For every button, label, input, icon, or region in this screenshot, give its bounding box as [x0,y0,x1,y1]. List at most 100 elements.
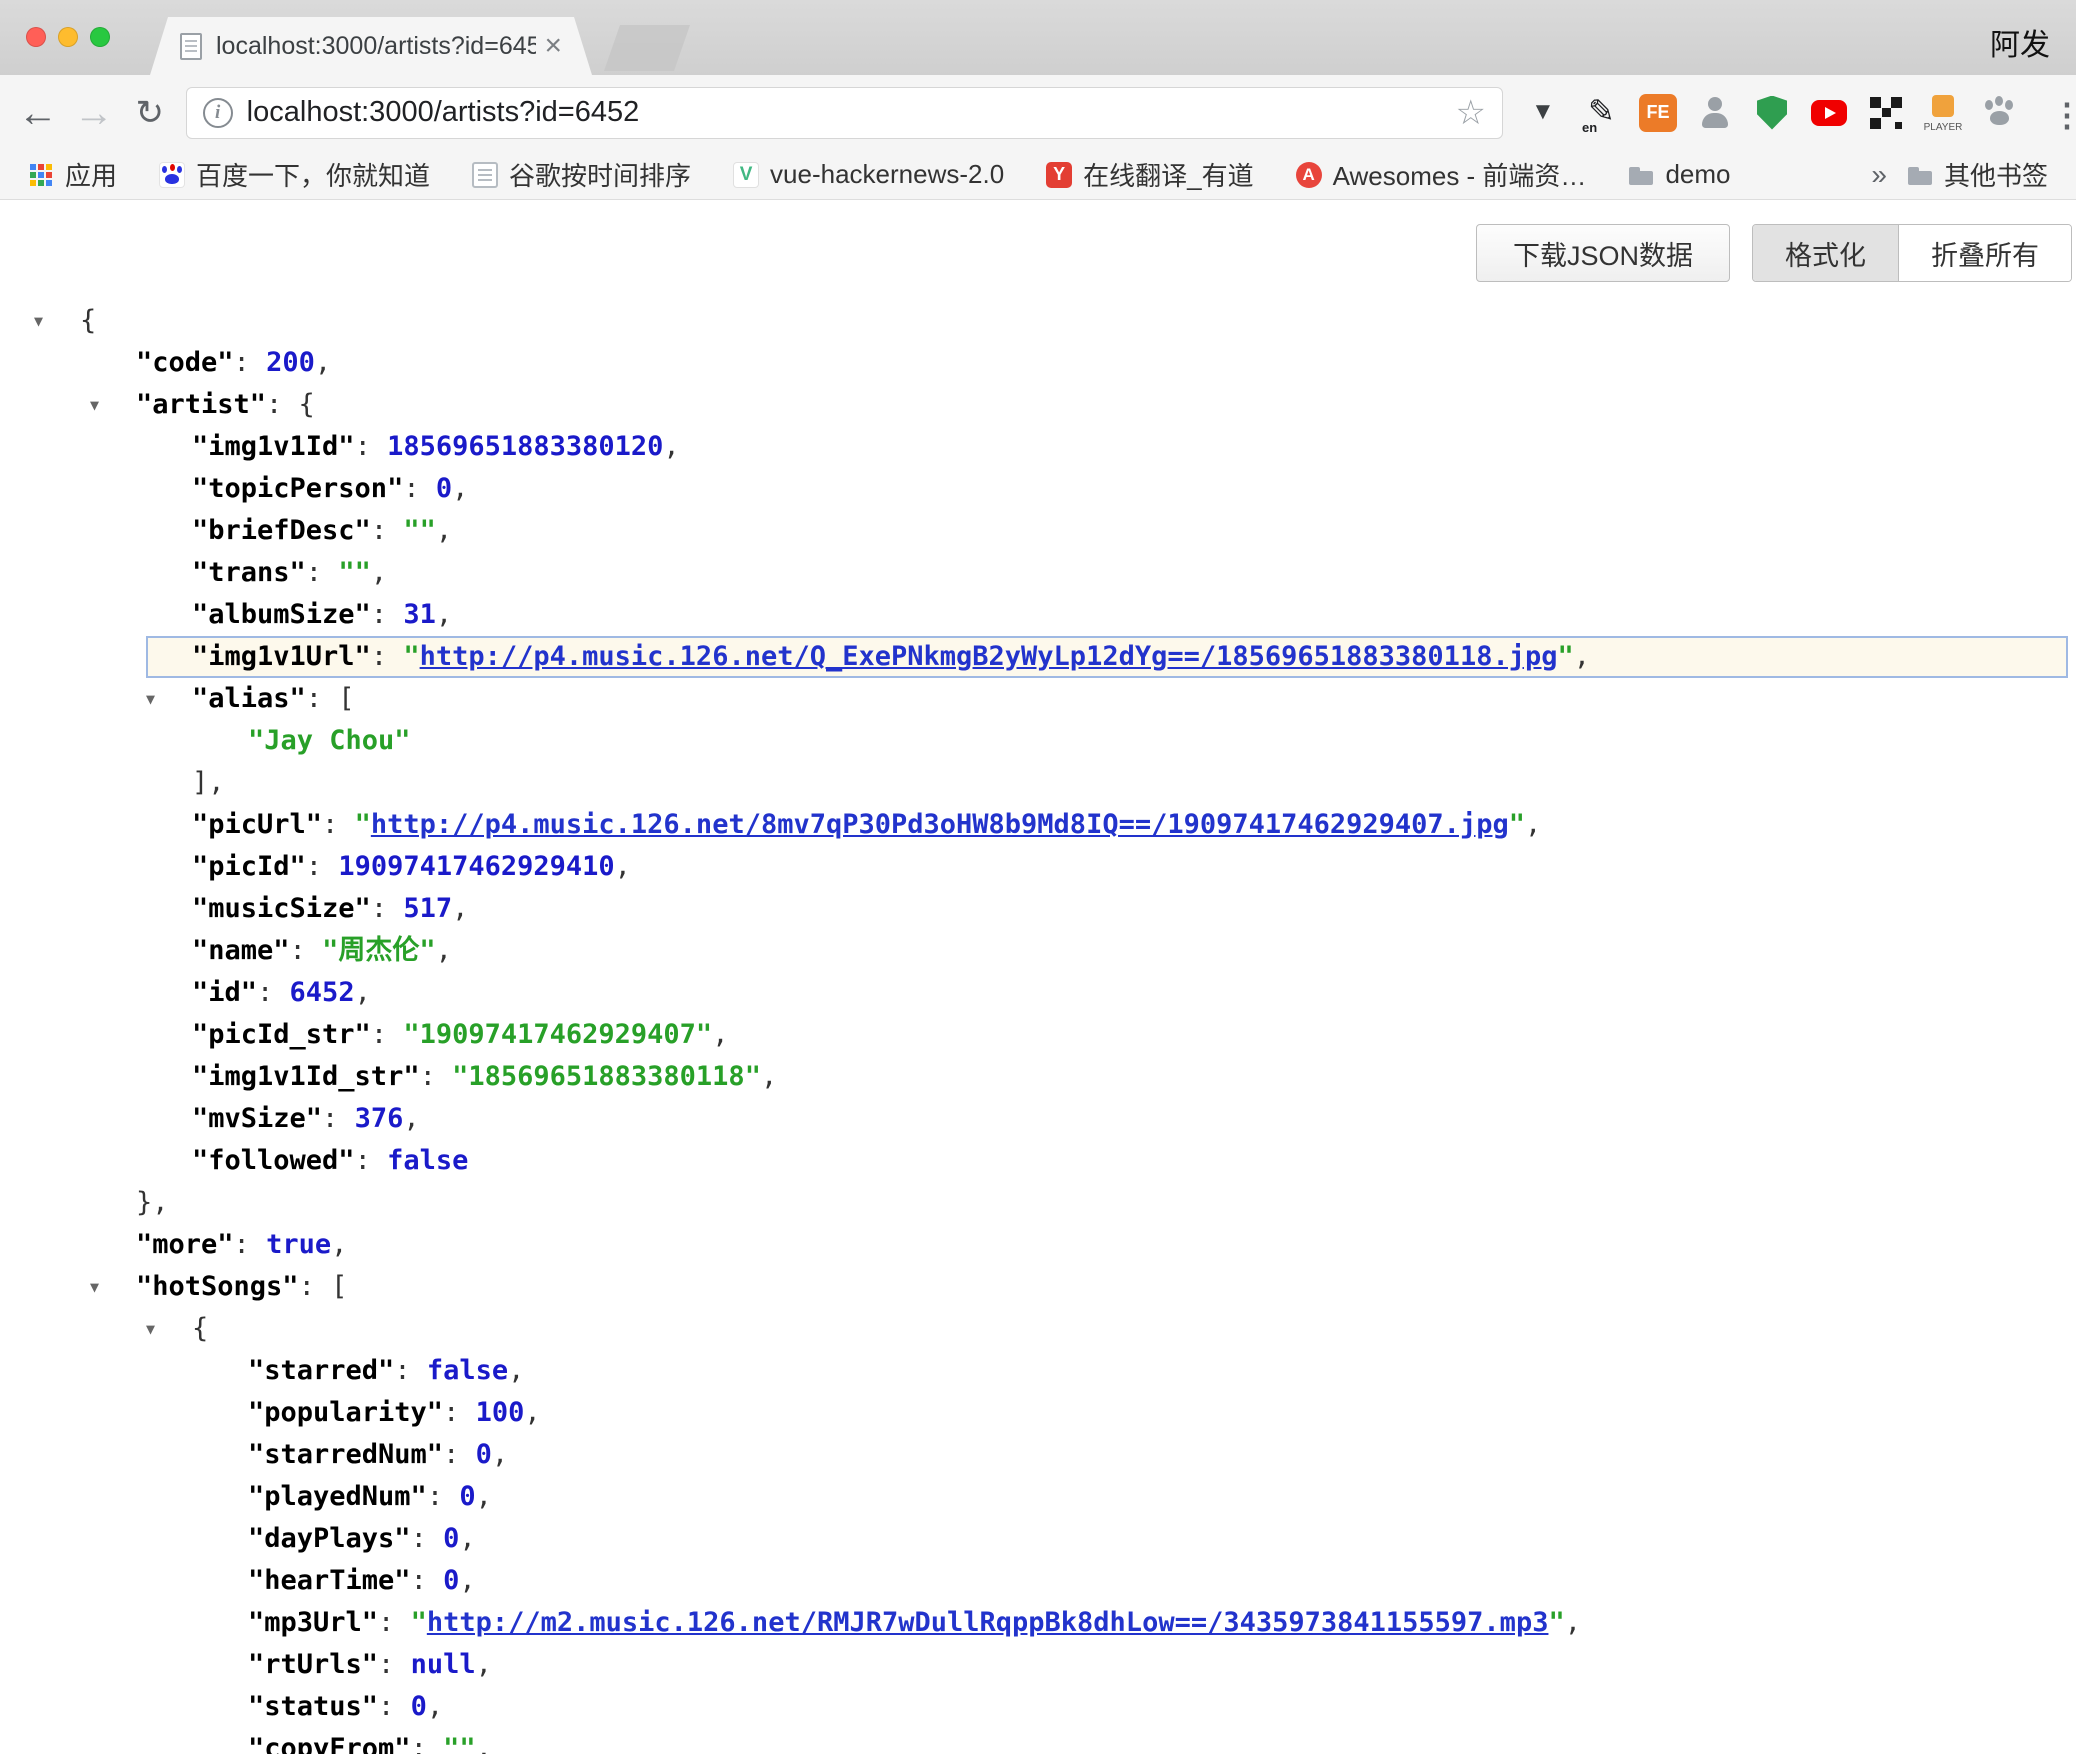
reload-button[interactable]: ↻ [122,96,178,130]
json-token: " [1557,641,1573,672]
bookmark-label: 百度一下，你就知道 [196,156,430,193]
player-icon[interactable]: PLAYER [1924,94,1962,132]
bookmark-item[interactable]: 谷歌按时间排序 [472,156,691,193]
json-url-link[interactable]: http://m2.music.126.net/RMJR7wDullRqppBk… [427,1607,1549,1638]
bookmark-item[interactable]: demo [1628,159,1730,190]
bookmarks-overflow-icon[interactable]: » [1871,159,1887,191]
json-line: ▼{ [0,1308,2076,1350]
json-token: , [315,347,331,378]
json-token: : [290,935,323,966]
json-token: : [378,1649,411,1680]
json-token: "copyFrom" [248,1733,411,1754]
minimize-window-button[interactable] [58,27,78,47]
json-line: "name": "周杰伦", [0,930,2076,972]
format-button[interactable]: 格式化 [1753,225,1898,281]
json-token: "18569651883380118" [452,1061,761,1092]
close-window-button[interactable] [26,27,46,47]
json-line: "copyFrom": "", [0,1728,2076,1754]
json-token: ], [192,767,225,798]
fehelper-icon[interactable]: FE [1639,94,1677,132]
shield-icon[interactable] [1753,94,1791,132]
json-line-content: "starred": false, [248,1355,524,1386]
back-button[interactable]: ← [10,93,66,133]
bookmark-item[interactable]: AAwesomes - 前端资… [1296,156,1587,193]
json-token: , [1565,1607,1581,1638]
json-line-content: "hearTime": 0, [248,1565,476,1596]
json-line: "id": 6452, [0,972,2076,1014]
json-token: "mvSize" [192,1103,322,1134]
json-url-link[interactable]: http://p4.music.126.net/Q_ExePNkmgB2yWyL… [420,641,1558,672]
bookmark-label: vue-hackernews-2.0 [770,159,1004,190]
json-token: 0 [459,1481,475,1512]
youtube-icon[interactable] [1810,94,1848,132]
address-bar[interactable]: i localhost:3000/artists?id=6452 ☆ [186,87,1503,139]
vue-icon: V [733,162,759,188]
translate-pen-icon[interactable]: en [1582,94,1620,132]
collapse-triangle-icon[interactable]: ▼ [146,678,155,720]
json-line-content: "picId_str": "19097417462929407", [192,1019,728,1050]
collapse-triangle-icon[interactable]: ▼ [90,384,99,426]
zoom-window-button[interactable] [90,27,110,47]
json-line: "dayPlays": 0, [0,1518,2076,1560]
json-token: , [331,1229,347,1260]
json-token: , [712,1019,728,1050]
json-token: " [1548,1607,1564,1638]
json-line: "playedNum": 0, [0,1476,2076,1518]
page-info-icon[interactable]: i [203,98,233,128]
json-url-link[interactable]: http://p4.music.126.net/8mv7qP30Pd3oHW8b… [371,809,1509,840]
json-token: : [234,347,267,378]
bookmark-star-icon[interactable]: ☆ [1456,93,1486,133]
json-line: "albumSize": 31, [0,594,2076,636]
json-line-content: "mp3Url": "http://m2.music.126.net/RMJR7… [248,1607,1581,1638]
collapse-triangle-icon[interactable]: ▼ [146,1308,155,1350]
json-line-content: "artist": { [136,389,315,420]
bookmarks-list: 应用 百度一下，你就知道 谷歌按时间排序 Vvue-hackernews-2.0 Y在线… [28,156,1772,193]
json-token: : [411,1565,444,1596]
json-token: , [459,1565,475,1596]
extension-icons: en FE PLAYER [1525,94,2076,132]
forward-button[interactable]: → [66,93,122,133]
json-token: , [476,1481,492,1512]
json-token: "more" [136,1229,234,1260]
collapse-all-button[interactable]: 折叠所有 [1898,225,2071,281]
json-line-content: "briefDesc": "", [192,515,452,546]
json-line: }, [0,1182,2076,1224]
bookmark-item[interactable]: 百度一下，你就知道 [159,156,430,193]
collapse-triangle-icon[interactable]: ▼ [34,300,43,342]
json-line: "img1v1Id": 18569651883380120, [0,426,2076,468]
json-token: , [452,893,468,924]
paw-icon[interactable] [1981,94,2019,132]
json-token: , [1525,809,1541,840]
json-token: "trans" [192,557,306,588]
dropdown-arrow-icon[interactable] [1525,94,1563,132]
json-token: : [411,1523,444,1554]
json-token: "picId_str" [192,1019,371,1050]
json-token: , [452,473,468,504]
json-token: : [306,557,339,588]
collapse-triangle-icon[interactable]: ▼ [90,1266,99,1308]
bookmark-item[interactable]: Vvue-hackernews-2.0 [733,159,1004,190]
json-token: , [524,1397,540,1428]
json-token: false [427,1355,508,1386]
tab-close-button[interactable]: × [544,31,562,61]
json-token: "hotSongs" [136,1271,299,1302]
bookmark-item[interactable]: 应用 [28,156,117,193]
json-token: , [436,515,452,546]
json-token: "playedNum" [248,1481,427,1512]
download-json-button[interactable]: 下载JSON数据 [1476,224,1730,282]
profile-icon[interactable] [1696,94,1734,132]
new-tab-button[interactable] [604,25,690,71]
json-token: : { [266,389,315,420]
json-line-content: "Jay Chou" [248,725,411,756]
other-bookmarks-folder[interactable]: 其他书签 [1907,156,2048,193]
browser-tab[interactable]: localhost:3000/artists?id=645 × [150,17,592,75]
bookmark-label: 其他书签 [1944,156,2048,193]
json-line: "starred": false, [0,1350,2076,1392]
json-token: : [257,977,290,1008]
json-line: "picUrl": "http://p4.music.126.net/8mv7q… [0,804,2076,846]
browser-menu-icon[interactable] [2038,94,2076,132]
json-token: , [355,977,371,1008]
bookmark-item[interactable]: Y在线翻译_有道 [1046,156,1253,193]
qrcode-icon[interactable] [1867,94,1905,132]
json-token: : [355,1145,388,1176]
